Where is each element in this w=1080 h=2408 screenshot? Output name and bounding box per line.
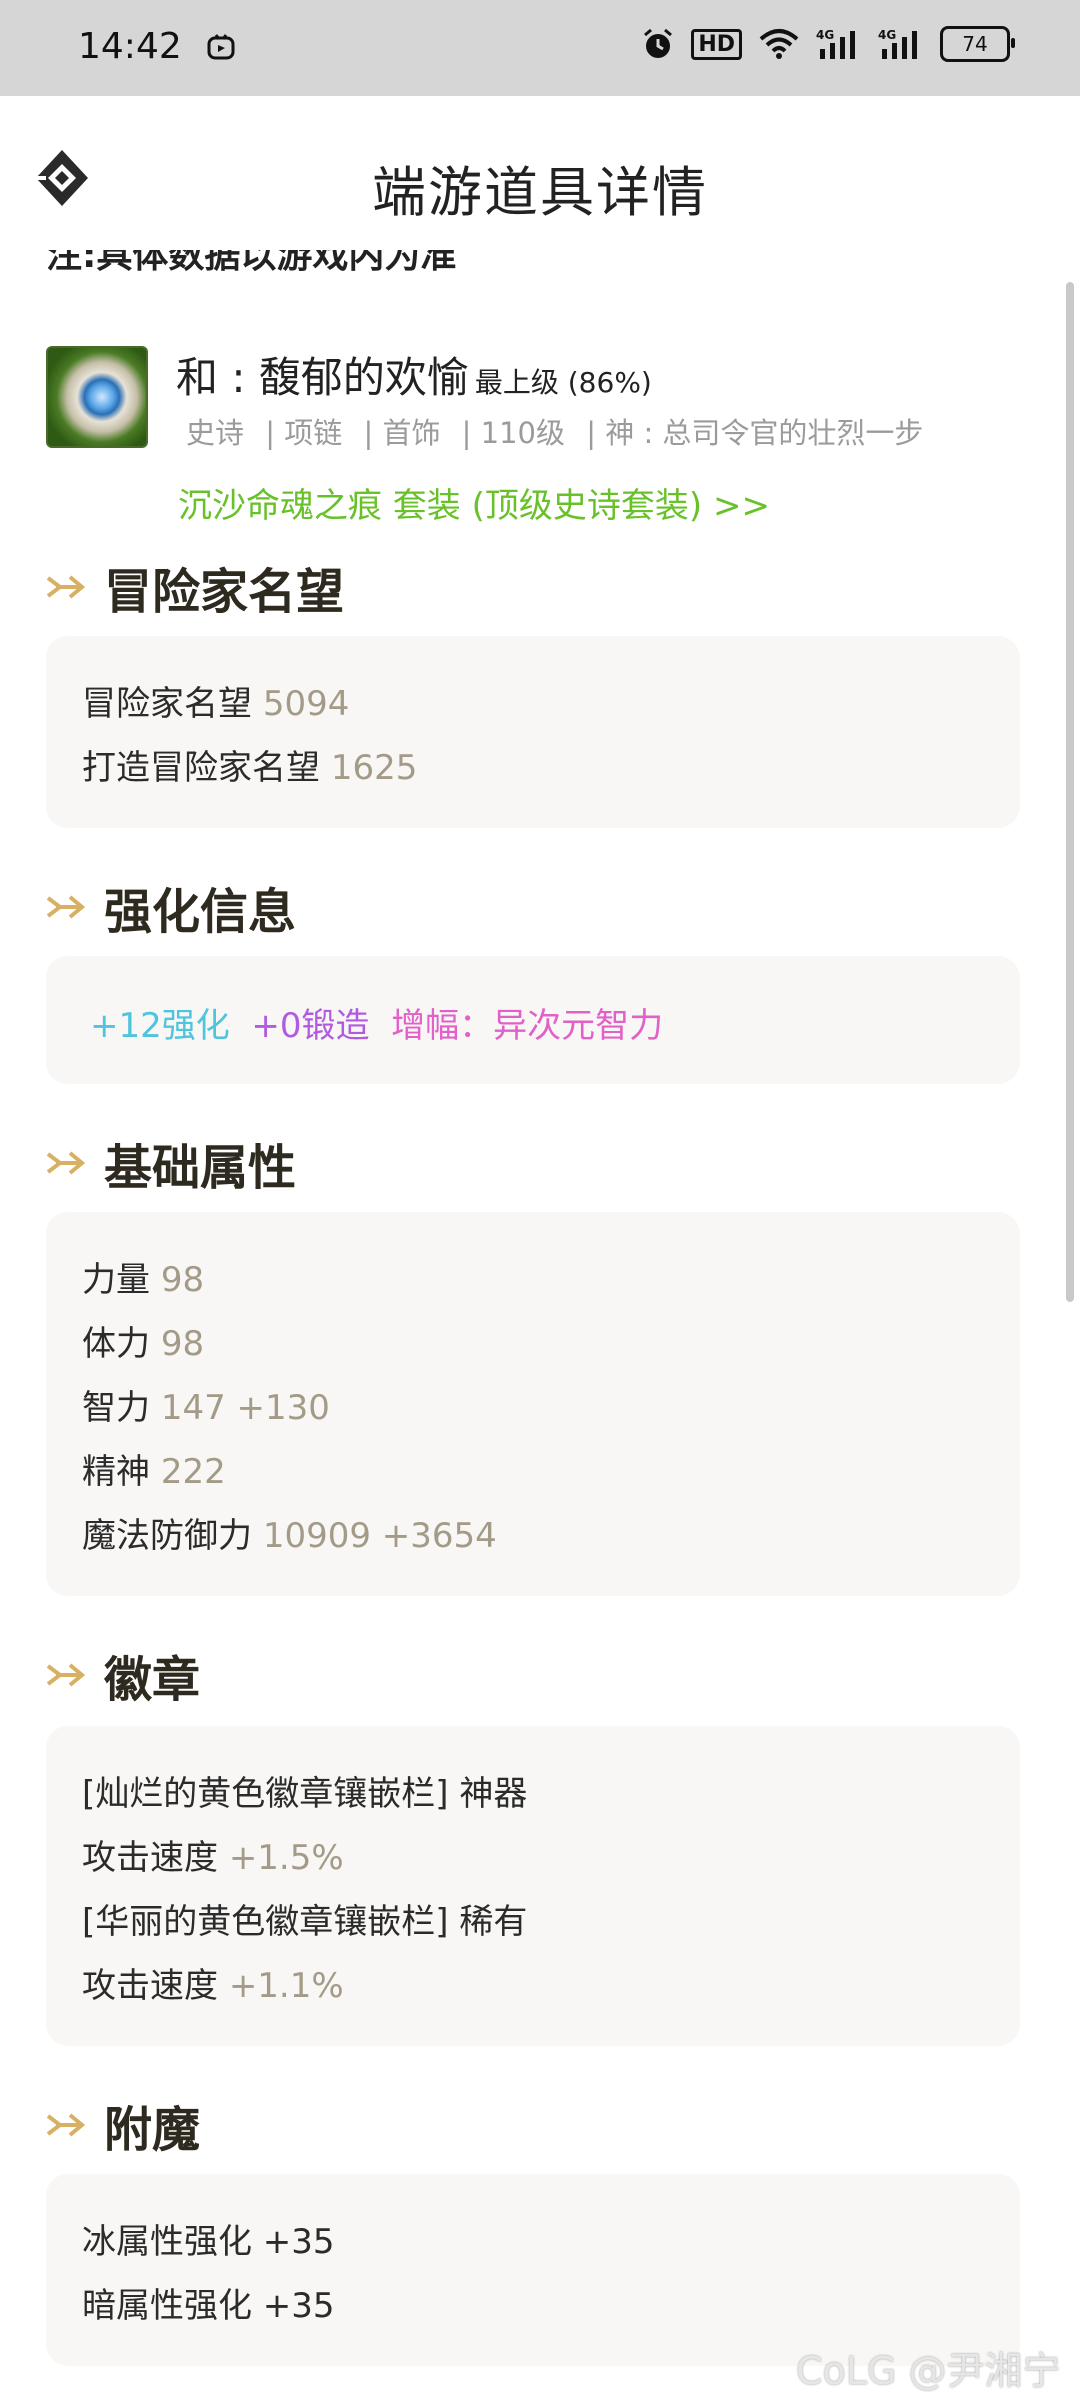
battery-level: 74 xyxy=(962,32,988,56)
emblem-slot-label: [华丽的黄色徽章镶嵌栏] 稀有 xyxy=(82,1902,528,1942)
attr-value: 10909 +3654 xyxy=(262,1516,497,1556)
item-meta-rarity: 史诗 xyxy=(186,416,245,450)
section-arrow-icon xyxy=(46,895,86,919)
base-attr-box: 力量 98 体力 98 智力 147 +130 精神 222 魔法防御力 109… xyxy=(46,1212,1020,1596)
section-title-emblem: 徽章 xyxy=(46,1640,200,1710)
wifi-icon xyxy=(759,29,799,59)
scrollbar[interactable] xyxy=(1066,282,1074,1302)
svg-text:4G: 4G xyxy=(878,28,896,42)
section-title-enhance-text: 强化信息 xyxy=(104,884,297,940)
attr-value: 222 xyxy=(160,1452,226,1492)
emblem-stat-row: 攻击速度 +1.1% xyxy=(82,1958,344,2007)
emblem-stat-row: 攻击速度 +1.5% xyxy=(82,1830,344,1879)
crafted-reputation-value: 1625 xyxy=(330,748,418,788)
item-meta-level: | 110级 xyxy=(461,416,566,450)
attr-label: 力量 xyxy=(82,1260,150,1300)
section-title-emblem-text: 徽章 xyxy=(104,1652,201,1708)
section-arrow-icon xyxy=(46,575,86,599)
emblem-stat-value: +1.1% xyxy=(228,1966,344,2006)
hd-icon: HD xyxy=(691,27,742,61)
item-icon xyxy=(46,346,148,448)
crafted-reputation-label: 打造冒险家名望 xyxy=(82,748,320,788)
attr-value: 98 xyxy=(160,1324,205,1364)
crafted-reputation-row: 打造冒险家名望 1625 xyxy=(82,740,417,789)
item-meta: 史诗 | 项链 | 首饰 | 110级 | 神 : 总司令官的壮烈一步 xyxy=(186,410,935,452)
attr-row-strength: 力量 98 xyxy=(82,1252,204,1301)
page-title: 端游道具详情 xyxy=(372,161,708,224)
emblem-box: [灿烂的黄色徽章镶嵌栏] 神器 攻击速度 +1.5% [华丽的黄色徽章镶嵌栏] … xyxy=(46,1726,1020,2046)
attr-row-vitality: 体力 98 xyxy=(82,1316,204,1365)
forge-value: +0锻造 xyxy=(251,1006,370,1046)
attr-row-magic-defense: 魔法防御力 10909 +3654 xyxy=(82,1508,497,1557)
reputation-row: 冒险家名望 5094 xyxy=(82,676,349,725)
status-bar: 14:42 HD 4G 4G 74 xyxy=(0,0,1080,96)
signal-4g-icon: 4G xyxy=(878,28,917,59)
emblem-stat-label: 攻击速度 xyxy=(82,1838,218,1878)
tiktok-icon xyxy=(207,34,235,60)
enhance-row: +12强化 +0锻造 增幅：异次元智力 xyxy=(90,998,663,1047)
svg-text:4G: 4G xyxy=(816,28,834,42)
section-title-base-attr-text: 基础属性 xyxy=(104,1140,297,1196)
set-link[interactable]: 沉沙命魂之痕 套装 (顶级史诗套装) >> xyxy=(178,478,770,527)
amplify-value: 增幅：异次元智力 xyxy=(391,1006,664,1046)
enchant-row: 暗属性强化 +35 xyxy=(82,2278,335,2327)
section-title-base-attr: 基础属性 xyxy=(46,1128,296,1198)
attr-label: 精神 xyxy=(82,1452,150,1492)
status-time: 14:42 xyxy=(78,26,182,67)
attr-label: 体力 xyxy=(82,1324,150,1364)
item-name-text: 和 : 馥郁的欢愉 xyxy=(176,353,469,402)
attr-row-intelligence: 智力 147 +130 xyxy=(82,1380,330,1429)
emblem-stat-value: +1.5% xyxy=(228,1838,344,1878)
reinforce-value: +12强化 xyxy=(90,1006,230,1046)
item-meta-god: | 神 : 总司令官的壮烈一步 xyxy=(586,416,924,450)
attr-label: 魔法防御力 xyxy=(82,1516,252,1556)
item-meta-category: | 首饰 xyxy=(363,416,441,450)
section-arrow-icon xyxy=(46,1151,86,1175)
attr-label: 智力 xyxy=(82,1388,150,1428)
emblem-stat-label: 攻击速度 xyxy=(82,1966,218,2006)
enhance-box: +12强化 +0锻造 增幅：异次元智力 xyxy=(46,956,1020,1084)
emblem-slot-row: [灿烂的黄色徽章镶嵌栏] 神器 xyxy=(82,1766,527,1815)
enchant-row: 冰属性强化 +35 xyxy=(82,2214,335,2263)
data-note: 注:具体数据以游戏内为准 xyxy=(46,250,456,290)
battery-icon: 74 xyxy=(940,26,1015,62)
attr-value: 98 xyxy=(160,1260,205,1300)
reputation-label: 冒险家名望 xyxy=(82,684,252,724)
reputation-value: 5094 xyxy=(262,684,350,724)
section-arrow-icon xyxy=(46,1663,86,1687)
item-level-tag: 最上级 (86%) xyxy=(474,366,652,399)
item-meta-slot: | 项链 xyxy=(265,416,343,450)
enchant-box: 冰属性强化 +35 暗属性强化 +35 xyxy=(46,2174,1020,2366)
enchant-label: 暗属性强化 +35 xyxy=(82,2286,335,2326)
section-title-enchant: 附魔 xyxy=(46,2090,200,2160)
attr-value: 147 +130 xyxy=(160,1388,330,1428)
alarm-icon xyxy=(644,28,673,58)
section-title-enhance: 强化信息 xyxy=(46,872,296,942)
item-name: 和 : 馥郁的欢愉 最上级 (86%) xyxy=(176,344,652,405)
emblem-slot-label: [灿烂的黄色徽章镶嵌栏] 神器 xyxy=(82,1774,528,1814)
emblem-slot-row: [华丽的黄色徽章镶嵌栏] 稀有 xyxy=(82,1894,527,1943)
enchant-label: 冰属性强化 +35 xyxy=(82,2222,335,2262)
attr-row-spirit: 精神 222 xyxy=(82,1444,226,1493)
reputation-box: 冒险家名望 5094 打造冒险家名望 1625 xyxy=(46,636,1020,828)
data-note-text: 注:具体数据以游戏内为准 xyxy=(46,250,457,276)
section-title-reputation: 冒险家名望 xyxy=(46,552,344,622)
section-title-enchant-text: 附魔 xyxy=(104,2102,201,2158)
watermark: CoLG @尹湘宁 xyxy=(796,2349,1061,2393)
section-arrow-icon xyxy=(46,2113,86,2137)
section-title-reputation-text: 冒险家名望 xyxy=(104,564,345,620)
signal-4g-icon: 4G xyxy=(816,28,855,59)
